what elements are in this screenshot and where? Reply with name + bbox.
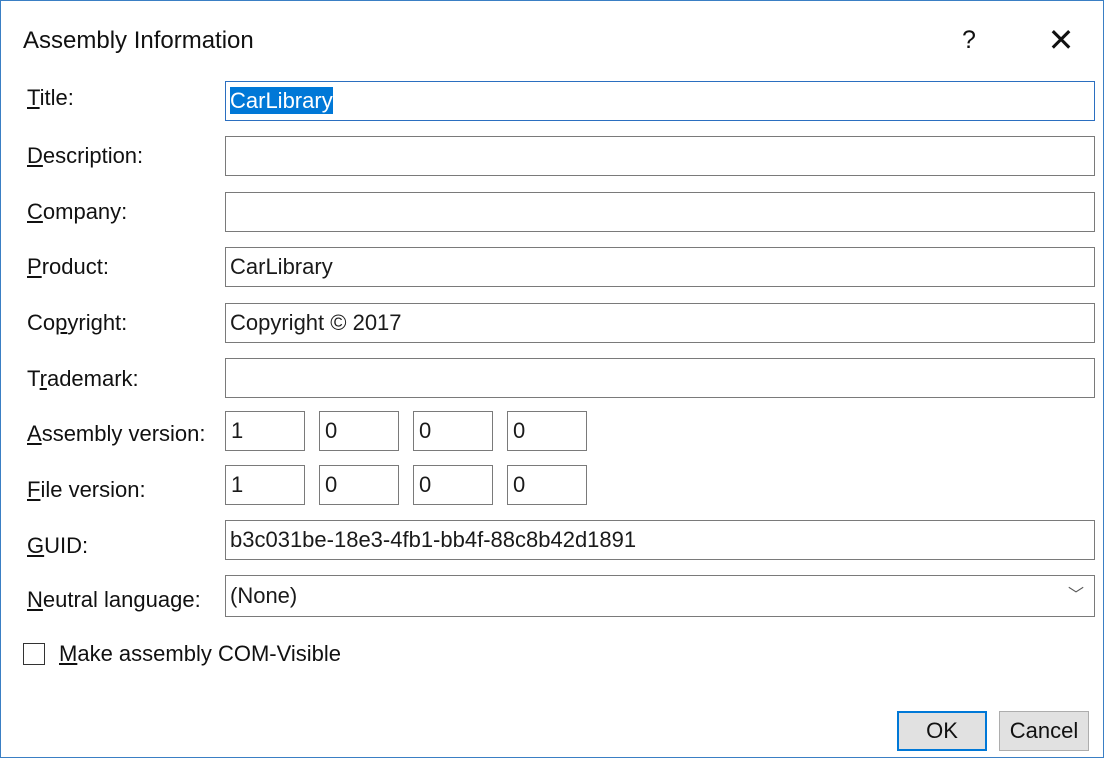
- assembly-version-label: Assembly version:: [27, 421, 206, 447]
- com-visible-label: Make assembly COM-Visible: [59, 641, 341, 667]
- guid-label-mnemonic: G: [27, 533, 45, 558]
- copyright-label-mnemonic: p: [55, 310, 68, 335]
- trademark-label-text: ademark:: [46, 366, 139, 391]
- com-visible-label-mnemonic: M: [59, 641, 78, 666]
- description-input[interactable]: [225, 136, 1095, 176]
- product-label-mnemonic: P: [27, 254, 42, 279]
- close-button[interactable]: ✕: [1035, 15, 1087, 65]
- description-label-mnemonic: D: [27, 143, 43, 168]
- ok-button[interactable]: OK: [897, 711, 987, 751]
- file-version-major[interactable]: 1: [225, 465, 305, 505]
- guid-label: GUID:: [27, 533, 88, 559]
- title-label-mnemonic: T: [27, 85, 40, 110]
- help-button[interactable]: ?: [943, 15, 995, 65]
- file-version-minor[interactable]: 0: [319, 465, 399, 505]
- company-input[interactable]: [225, 192, 1095, 232]
- neutral-language-select[interactable]: (None) ﹀: [225, 575, 1095, 617]
- title-label-text: itle:: [39, 85, 74, 110]
- chevron-down-icon: ﹀: [1067, 587, 1084, 604]
- title-label: Title:: [27, 85, 74, 111]
- product-input[interactable]: CarLibrary: [225, 247, 1095, 287]
- cancel-button[interactable]: Cancel: [999, 711, 1089, 751]
- copyright-label-prefix: Co: [27, 310, 56, 335]
- file-version-label-text: ile version:: [40, 477, 146, 502]
- copyright-input-value: Copyright © 2017: [230, 310, 402, 335]
- dialog-title: Assembly Information: [23, 27, 254, 54]
- assembly-version-build[interactable]: 0: [413, 411, 493, 451]
- com-visible-checkbox[interactable]: [23, 643, 45, 665]
- com-visible-label-text: ake assembly COM-Visible: [77, 641, 342, 666]
- neutral-language-value: (None): [230, 583, 298, 608]
- product-input-value: CarLibrary: [230, 254, 333, 279]
- company-label-mnemonic: C: [27, 199, 43, 224]
- assembly-version-label-text: ssembly version:: [41, 421, 206, 446]
- title-bar: Assembly Information ? ✕: [1, 1, 1103, 79]
- title-input-value: CarLibrary: [230, 87, 333, 114]
- trademark-label-mnemonic: r: [39, 366, 47, 391]
- product-label: Product:: [27, 254, 109, 280]
- copyright-input[interactable]: Copyright © 2017: [225, 303, 1095, 343]
- guid-input[interactable]: b3c031be-18e3-4fb1-bb4f-88c8b42d1891: [225, 520, 1095, 560]
- close-icon: ✕: [1047, 22, 1075, 58]
- neutral-language-label: Neutral language:: [27, 587, 201, 613]
- copyright-label: Copyright:: [27, 310, 127, 336]
- assembly-information-dialog: Assembly Information ? ✕ Title: CarLibra…: [0, 0, 1104, 758]
- assembly-version-label-mnemonic: A: [27, 421, 42, 446]
- trademark-input[interactable]: [225, 358, 1095, 398]
- guid-label-text: UID:: [44, 533, 89, 558]
- help-icon: ?: [962, 26, 976, 54]
- trademark-label-prefix: T: [27, 366, 40, 391]
- copyright-label-text: yright:: [67, 310, 128, 335]
- company-label: Company:: [27, 199, 127, 225]
- description-label: Description:: [27, 143, 143, 169]
- assembly-version-minor[interactable]: 0: [319, 411, 399, 451]
- guid-input-value: b3c031be-18e3-4fb1-bb4f-88c8b42d1891: [230, 527, 637, 552]
- assembly-version-revision[interactable]: 0: [507, 411, 587, 451]
- description-label-text: escription:: [42, 143, 144, 168]
- neutral-language-label-mnemonic: N: [27, 587, 43, 612]
- product-label-text: roduct:: [41, 254, 109, 279]
- assembly-version-major[interactable]: 1: [225, 411, 305, 451]
- file-version-revision[interactable]: 0: [507, 465, 587, 505]
- title-input[interactable]: CarLibrary: [225, 81, 1095, 121]
- file-version-label: File version:: [27, 477, 146, 503]
- trademark-label: Trademark:: [27, 366, 139, 392]
- neutral-language-label-text: eutral language:: [42, 587, 201, 612]
- file-version-label-mnemonic: F: [27, 477, 41, 502]
- file-version-build[interactable]: 0: [413, 465, 493, 505]
- company-label-text: ompany:: [42, 199, 128, 224]
